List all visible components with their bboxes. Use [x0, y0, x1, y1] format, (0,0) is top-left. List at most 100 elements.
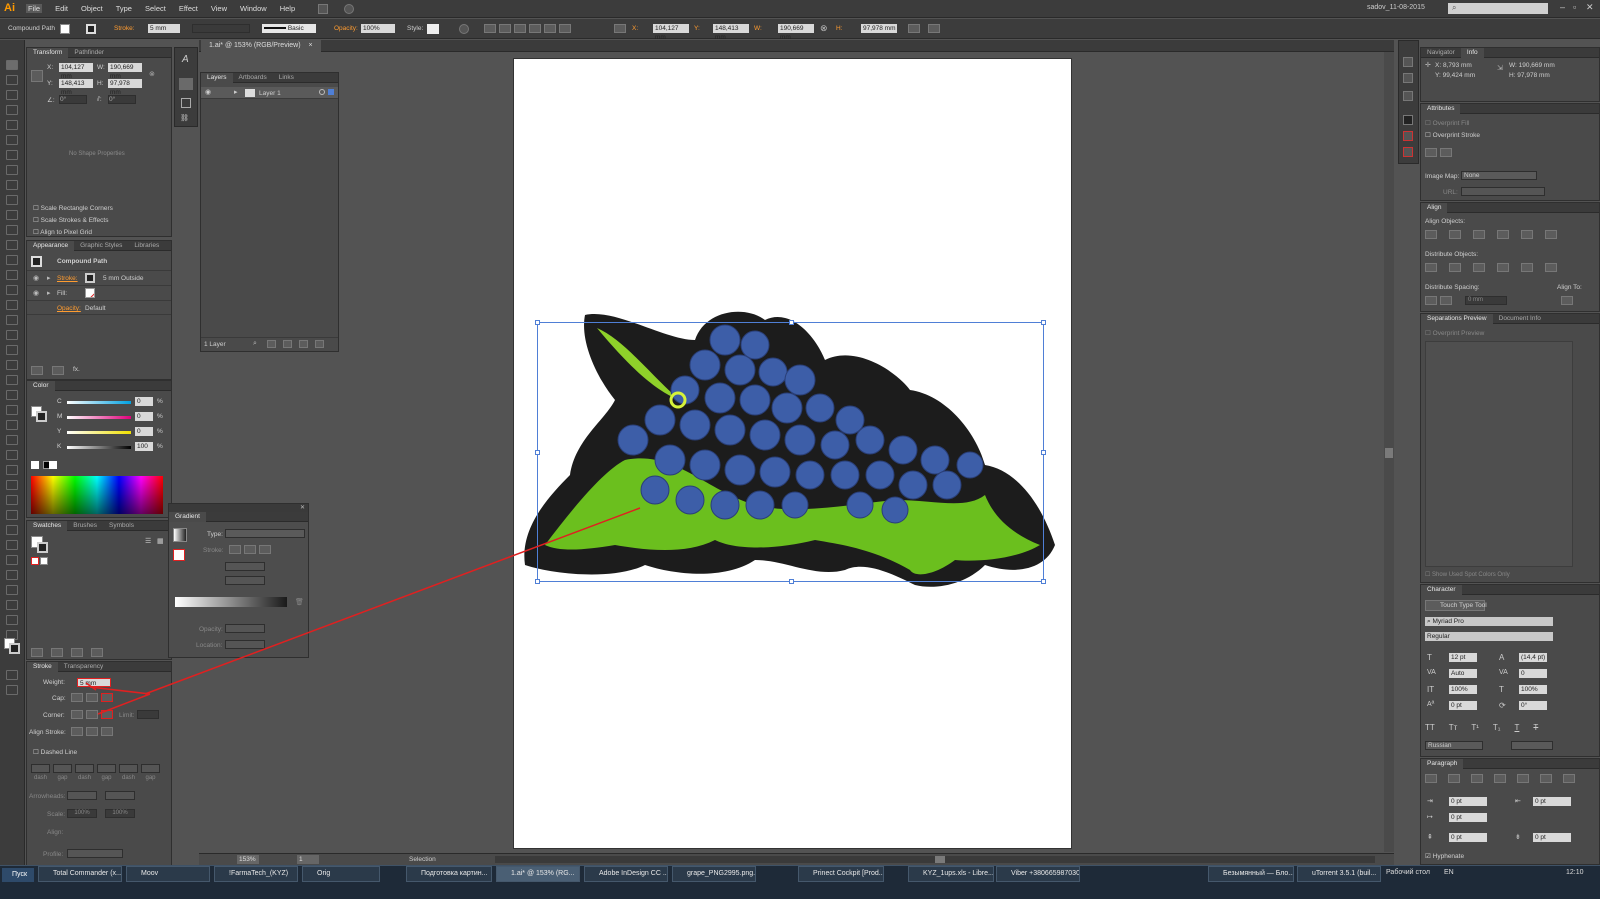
reference-point-icon[interactable] [614, 24, 626, 33]
gradient-across-stroke-icon[interactable] [259, 545, 271, 554]
align-to-select[interactable] [1561, 296, 1573, 305]
spacing-field[interactable]: 0 mm [1465, 296, 1507, 305]
clipping-mask-icon[interactable] [267, 340, 276, 348]
url-field[interactable] [1461, 187, 1545, 196]
fx-icon[interactable]: fx. [73, 366, 80, 375]
align-left-icon[interactable] [484, 24, 496, 33]
justify-all-icon[interactable] [1563, 774, 1575, 783]
gpu-icon[interactable] [344, 4, 354, 14]
color-spectrum[interactable] [31, 476, 163, 514]
arrowhead-start-select[interactable] [67, 791, 97, 800]
curvature-tool-icon[interactable] [6, 135, 18, 145]
swatch-stroke-indicator[interactable] [37, 542, 48, 553]
zoom-tool-icon[interactable] [6, 465, 18, 475]
align-center-text-icon[interactable] [1448, 774, 1460, 783]
minimize-icon[interactable]: – [1560, 2, 1565, 12]
cyan-field[interactable]: 0 [135, 397, 153, 406]
align-right-text-icon[interactable] [1471, 774, 1483, 783]
char-rotation-field[interactable]: 0° [1519, 701, 1547, 710]
new-color-group-icon[interactable] [51, 648, 63, 657]
lasso-tool-icon[interactable] [6, 105, 18, 115]
spot-colors-checkbox[interactable]: ☐ Show Used Spot Colors Only [1425, 571, 1510, 578]
add-stroke-icon[interactable] [31, 366, 43, 375]
artboard-tool-icon[interactable] [6, 420, 18, 430]
ellipse-tool-icon[interactable] [6, 540, 18, 550]
layer-selection-indicator[interactable] [328, 89, 334, 95]
menu-window[interactable]: Window [240, 4, 267, 13]
delete-layer-icon[interactable] [315, 340, 324, 348]
taskbar-item-total-commander[interactable]: Total Commander (x... [38, 866, 122, 882]
resize-handle-nw[interactable] [535, 320, 540, 325]
shape-builder-tool-icon[interactable] [6, 300, 18, 310]
taskbar-item-orig[interactable]: Orig [302, 866, 380, 882]
rectangle-tool-icon[interactable] [6, 180, 18, 190]
justify-right-icon[interactable] [1540, 774, 1552, 783]
dist-left-icon[interactable] [1497, 263, 1509, 272]
pen-tool-icon[interactable] [6, 120, 18, 130]
isolate-icon[interactable] [928, 24, 940, 33]
black-slider[interactable] [67, 446, 131, 449]
resize-handle-e[interactable] [1041, 450, 1046, 455]
gradient-opacity-field[interactable] [225, 624, 265, 633]
align-left-text-icon[interactable] [1425, 774, 1437, 783]
tab-character[interactable]: Character [1421, 584, 1462, 595]
layer-row[interactable]: ◉ ▸ Layer 1 [201, 87, 338, 99]
dist-hcenter-icon[interactable] [1521, 263, 1533, 272]
gradient-location-field[interactable] [225, 640, 265, 649]
symbol-sprayer-tool-icon[interactable] [6, 390, 18, 400]
gradient-angle-field[interactable] [225, 562, 265, 571]
info-icon[interactable] [1403, 73, 1413, 83]
overprint-fill-checkbox[interactable]: ☐ Overprint Fill [1425, 119, 1469, 127]
tab-links[interactable]: Links [273, 73, 300, 83]
tab-align[interactable]: Align [1421, 202, 1448, 213]
document-tab[interactable]: 1.ai* @ 153% (RGB/Preview) × [201, 40, 321, 52]
appearance-fill-row[interactable]: ◉ ▸ Fill: [27, 285, 171, 300]
style-swatch[interactable] [427, 24, 439, 34]
navigator-icon[interactable] [1403, 57, 1413, 67]
taskbar-item-moov[interactable]: Moov [126, 866, 210, 882]
maximize-icon[interactable]: ▫ [1573, 2, 1576, 12]
layer-visibility-icon[interactable]: ◉ [205, 88, 211, 96]
x-field[interactable]: 104,127 mm [653, 24, 689, 41]
eyedropper-tool-icon[interactable] [6, 360, 18, 370]
tab-transform[interactable]: Transform [27, 47, 69, 58]
eraser-tool-icon[interactable] [6, 225, 18, 235]
tab-navigator[interactable]: Navigator [1421, 48, 1461, 58]
align-top-icon[interactable] [529, 24, 541, 33]
resize-handle-w[interactable] [535, 450, 540, 455]
scale-rect-corners-checkbox[interactable]: ☐ Scale Rectangle Corners [33, 204, 113, 212]
arc-tool-icon[interactable] [6, 585, 18, 595]
separations-icon[interactable] [1403, 147, 1413, 157]
yellow-field[interactable]: 0 [135, 427, 153, 436]
swatch-registration[interactable] [40, 557, 48, 565]
resize-handle-ne[interactable] [1041, 320, 1046, 325]
gap-field-1[interactable] [53, 764, 72, 773]
warp-tool-icon[interactable] [6, 510, 18, 520]
tab-symbols[interactable]: Symbols [103, 521, 140, 531]
gradient-slider[interactable] [175, 597, 287, 607]
scale-strokes-checkbox[interactable]: ☐ Scale Strokes & Effects [33, 216, 108, 224]
menu-object[interactable]: Object [81, 4, 103, 13]
column-graph-tool-icon[interactable] [6, 405, 18, 415]
first-line-indent-field[interactable]: 0 pt [1449, 813, 1487, 822]
links-icon[interactable]: ⛓ [180, 114, 189, 122]
bridge-icon[interactable] [318, 4, 328, 14]
opacity-link[interactable]: Opacity: [57, 305, 81, 312]
expand-triangle-icon[interactable]: ▸ [47, 289, 51, 297]
taskbar-item-farmatech[interactable]: !FarmaTech_(KYZ) [214, 866, 298, 882]
layer-name[interactable]: Layer 1 [259, 90, 281, 97]
vertical-scrollbar[interactable] [1384, 52, 1394, 852]
stroke-swatch[interactable] [86, 24, 96, 34]
scale-tool-icon[interactable] [6, 255, 18, 265]
resize-handle-n[interactable] [789, 320, 794, 325]
shaper-tool-icon[interactable] [6, 525, 18, 535]
overprint-preview-checkbox[interactable]: ☐ Overprint Preview [1425, 329, 1484, 337]
miter-join-icon[interactable] [71, 710, 83, 719]
font-family-field[interactable]: ⌕ Myriad Pro [1425, 617, 1553, 626]
transform-panel-icon[interactable] [1403, 91, 1413, 101]
opacity-field[interactable]: 100% [361, 24, 395, 33]
tab-paragraph[interactable]: Paragraph [1421, 758, 1464, 769]
add-fill-icon[interactable] [52, 366, 64, 375]
type-style-icon[interactable]: A [182, 54, 189, 65]
taskbar-item-viber[interactable]: Viber +380665987030 [996, 866, 1080, 882]
